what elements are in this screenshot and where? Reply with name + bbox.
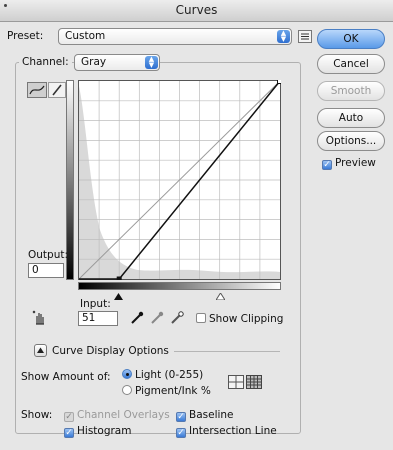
light-radio-label: Light (0-255) [135,369,204,381]
channel-select[interactable]: Gray ▲ ▼ [74,54,160,71]
light-radio[interactable]: Light (0-255) [122,369,203,381]
baseline-check-icon: ✓ [176,412,186,422]
preview-label: Preview [335,157,376,169]
histogram-check-icon: ✓ [64,428,74,438]
curves-graph-svg[interactable] [78,78,283,282]
white-point-slider-icon[interactable] [215,291,226,303]
baseline-checkbox[interactable]: ✓ Baseline [176,409,234,422]
output-field[interactable]: 0 [28,263,64,278]
radio-unselected-icon [122,385,132,395]
intersection-line-check-icon: ✓ [176,428,186,438]
title-bar: Curves [0,0,393,22]
updown-arrows-icon: ▲ ▼ [277,30,290,43]
smooth-button[interactable]: Smooth [317,81,385,101]
show-clipping-label: Show Clipping [209,313,284,325]
intersection-line-label: Intersection Line [189,425,277,437]
options-button[interactable]: Options... [317,131,385,151]
preview-checkbox[interactable]: ✓ Preview [322,157,376,170]
intersection-line-checkbox[interactable]: ✓ Intersection Line [176,425,277,438]
preset-select[interactable]: Custom ▲ ▼ [58,28,292,45]
curve-control-point [277,78,283,84]
disclosure-triangle-icon[interactable] [34,344,47,357]
preview-check-icon: ✓ [322,160,332,170]
cancel-button[interactable]: Cancel [317,54,385,74]
pigment-radio-label: Pigment/Ink % [135,385,211,397]
preset-label: Preset: [7,30,44,42]
channel-overlays-label: Channel Overlays [77,409,170,421]
ok-button[interactable]: OK [317,29,385,49]
curve-display-options-label: Curve Display Options [52,345,169,357]
show-clipping-box-icon [196,313,206,323]
histogram-checkbox[interactable]: ✓ Histogram [64,425,131,438]
curves-graph[interactable] [78,78,283,282]
simple-grid-icon[interactable] [228,375,244,392]
curve-control-point [116,276,122,282]
divider [174,351,280,352]
histogram-label: Histogram [77,425,132,437]
show-clipping-checkbox[interactable]: Show Clipping [196,313,283,325]
show-amount-label: Show Amount of: [21,371,111,383]
black-point-slider-icon[interactable] [114,291,123,303]
on-image-adjust-hand-icon[interactable] [32,310,48,329]
channel-overlays-checkbox[interactable]: ✓ Channel Overlays [64,409,170,422]
auto-button[interactable]: Auto [317,108,385,128]
show-label: Show: [21,409,53,421]
channel-overlays-check-icon: ✓ [64,412,74,422]
baseline-label: Baseline [189,409,234,421]
white-eyedropper-icon[interactable] [170,311,184,328]
close-dot-icon[interactable] [4,4,7,7]
pencil-tool-icon[interactable] [48,82,66,98]
updown-arrows-icon: ▲ ▼ [145,56,158,69]
gray-eyedropper-icon[interactable] [150,311,164,328]
input-gradient-bar [78,282,281,290]
input-label: Input: [80,298,111,310]
detailed-grid-icon[interactable] [246,375,262,392]
preset-value: Custom [65,30,106,42]
output-label: Output: [28,249,69,261]
window-title: Curves [175,3,218,17]
pigment-radio[interactable]: Pigment/Ink % [122,385,211,397]
channel-label: Channel: [19,56,72,68]
curve-point-tool-icon[interactable] [27,82,47,98]
channel-value: Gray [81,56,107,68]
input-field[interactable]: 51 [78,311,118,326]
black-eyedropper-icon[interactable] [130,311,144,328]
preset-options-icon[interactable] [298,30,312,43]
radio-selected-icon [122,369,132,379]
